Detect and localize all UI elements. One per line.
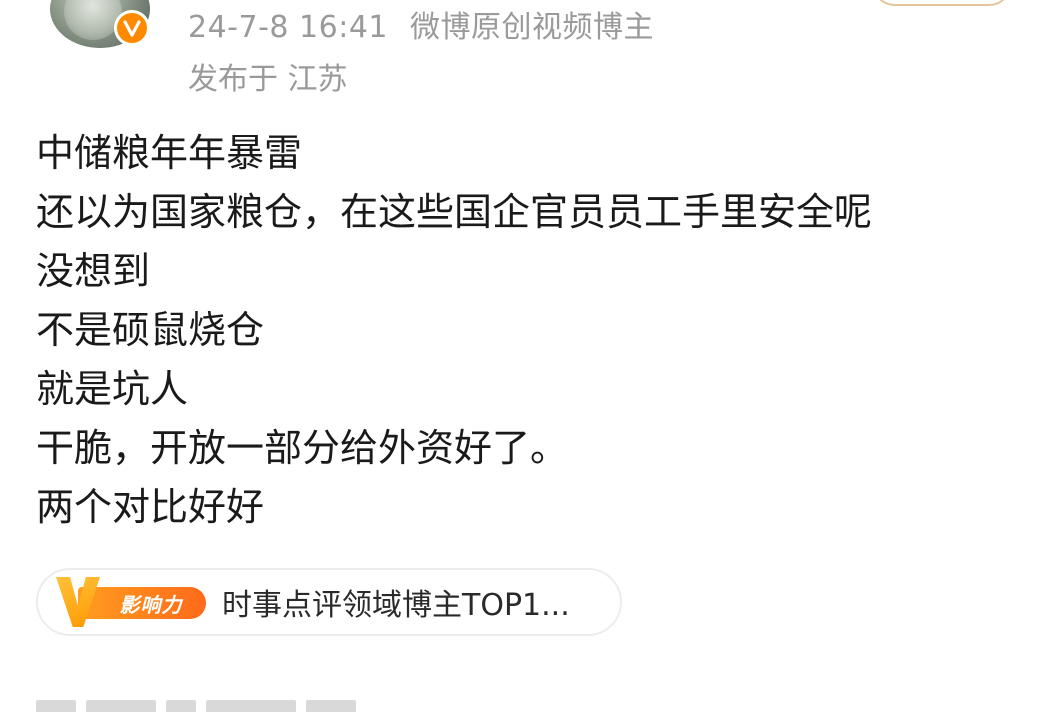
post-content: 中储粮年年暴雷 还以为国家粮仓，在这些国企官员员工手里安全呢 没想到 不是硕鼠烧… bbox=[36, 124, 1026, 537]
influence-badge-label: 影响力 bbox=[119, 592, 183, 617]
influence-tag[interactable]: 影响力 时事点评领域博主TOP1... bbox=[36, 568, 622, 636]
influence-rank-text: 时事点评领域博主TOP1... bbox=[222, 588, 570, 623]
content-line: 还以为国家粮仓，在这些国企官员员工手里安全呢 bbox=[36, 190, 873, 234]
avatar-image bbox=[64, 0, 122, 40]
content-line: 两个对比好好 bbox=[36, 485, 265, 529]
post-location: 发布于 江苏 bbox=[188, 62, 348, 97]
content-line: 中储粮年年暴雷 bbox=[36, 131, 303, 175]
weibo-post: 24-7-8 16:41 微博原创视频博主 发布于 江苏 中储粮年年暴雷 还以为国… bbox=[0, 0, 1044, 712]
follow-button[interactable] bbox=[872, 0, 1012, 6]
content-line: 干脆，开放一部分给外资好了。 bbox=[36, 426, 569, 470]
next-content-cutoff bbox=[36, 700, 456, 712]
influence-badge-pill: 影响力 bbox=[78, 587, 206, 619]
verified-v-glyph bbox=[123, 20, 141, 37]
post-timestamp[interactable]: 24-7-8 16:41 bbox=[188, 10, 388, 45]
influence-badge-icon: 影响力 bbox=[56, 577, 208, 627]
content-line: 不是硕鼠烧仓 bbox=[36, 308, 265, 352]
post-meta-line: 24-7-8 16:41 微博原创视频博主 bbox=[188, 2, 654, 46]
content-line: 没想到 bbox=[36, 249, 151, 293]
author-role: 微博原创视频博主 bbox=[410, 10, 654, 45]
verified-v-icon bbox=[114, 10, 150, 46]
content-line: 就是坑人 bbox=[36, 367, 189, 411]
